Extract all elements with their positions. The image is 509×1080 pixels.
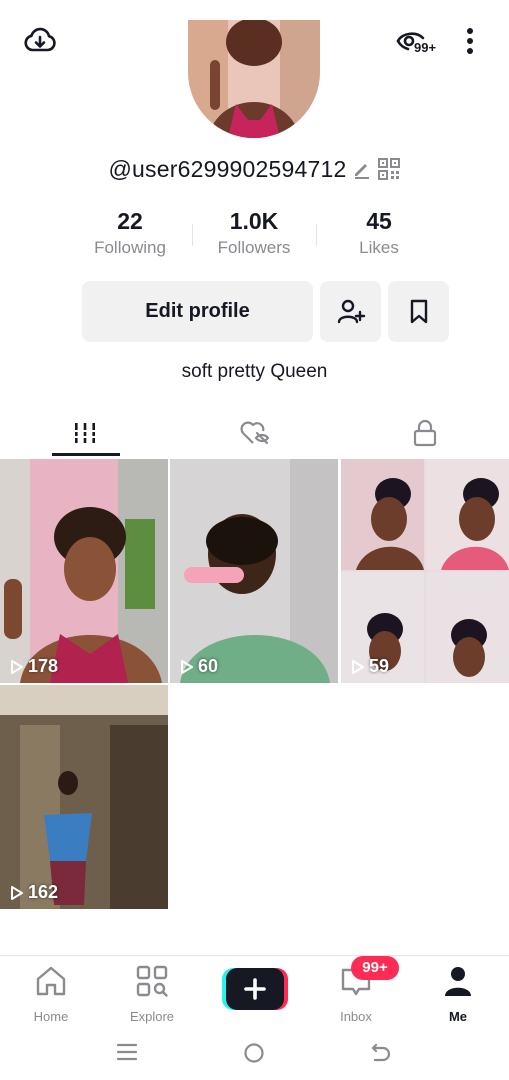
- views-count: 99+: [414, 40, 437, 55]
- following-count: 22: [117, 208, 143, 234]
- stat-following[interactable]: 22 Following: [70, 206, 190, 260]
- nav-home-label: Home: [33, 1009, 69, 1024]
- play-icon: [352, 659, 364, 674]
- more-options-icon[interactable]: [459, 26, 481, 58]
- video-tile[interactable]: 59: [341, 459, 509, 683]
- username-handle: @user6299902594712: [108, 155, 347, 182]
- nav-me-label: Me: [448, 1009, 468, 1024]
- followers-label: Followers: [217, 238, 291, 257]
- view-count-value: 59: [369, 656, 390, 676]
- video-tile[interactable]: 178: [0, 459, 168, 683]
- view-count: 60: [180, 656, 218, 677]
- qr-code-icon[interactable]: [378, 158, 401, 180]
- view-count: 162: [10, 882, 58, 903]
- video-thumbnail: [341, 459, 509, 683]
- add-friends-button[interactable]: [320, 281, 381, 342]
- play-icon: [11, 885, 23, 900]
- create-button[interactable]: [222, 968, 288, 1010]
- view-count-value: 162: [28, 882, 59, 902]
- content-tabs: [0, 408, 509, 458]
- avatar-photo: [188, 20, 320, 138]
- back-icon[interactable]: [370, 1042, 392, 1062]
- inbox-badge: 99+: [351, 956, 399, 980]
- tab-videos[interactable]: [0, 408, 169, 458]
- likes-label: Likes: [359, 238, 399, 257]
- tab-private[interactable]: [340, 408, 509, 458]
- explore-icon: [136, 965, 168, 997]
- add-user-icon: [337, 299, 365, 323]
- profile-bio: soft pretty Queen: [181, 361, 328, 382]
- stat-likes[interactable]: 45 Likes: [319, 206, 439, 260]
- view-count-value: 60: [198, 656, 219, 676]
- play-icon: [11, 659, 23, 674]
- plus-icon: [222, 968, 288, 1010]
- nav-explore[interactable]: Explore: [112, 964, 192, 1024]
- stat-divider: [316, 224, 317, 246]
- view-count: 59: [351, 656, 389, 677]
- profile-stats: 22 Following 1.0K Followers 45 Likes: [68, 206, 440, 266]
- video-tile[interactable]: 60: [170, 459, 338, 683]
- video-thumbnail: [0, 685, 168, 909]
- tab-liked[interactable]: [170, 408, 339, 458]
- video-thumbnail: [0, 459, 168, 683]
- home-icon: [36, 966, 66, 996]
- stat-divider: [192, 224, 193, 246]
- profile-icon: [445, 967, 471, 996]
- system-nav-bar: [0, 1026, 509, 1080]
- handle-row: @user6299902594712: [0, 152, 509, 186]
- recent-apps-icon[interactable]: [116, 1042, 138, 1062]
- favorites-button[interactable]: [388, 281, 449, 342]
- active-tab-indicator: [52, 453, 120, 456]
- nav-inbox-label: Inbox: [340, 1009, 372, 1024]
- avatar[interactable]: [188, 20, 320, 138]
- view-count: 178: [10, 656, 58, 677]
- grid-icon: [71, 423, 98, 443]
- edit-profile-button[interactable]: Edit profile: [82, 281, 313, 342]
- view-count-value: 178: [28, 656, 59, 676]
- home-circle-icon[interactable]: [243, 1042, 265, 1064]
- profile-views-button[interactable]: 99+: [396, 26, 448, 60]
- followers-count: 1.0K: [229, 208, 279, 234]
- following-label: Following: [94, 238, 166, 257]
- nav-me[interactable]: Me: [418, 964, 498, 1024]
- liked-hidden-icon: [240, 421, 269, 445]
- lock-icon: [413, 419, 436, 447]
- nav-home[interactable]: Home: [11, 964, 91, 1024]
- likes-count: 45: [366, 208, 392, 234]
- nav-explore-label: Explore: [129, 1009, 175, 1024]
- play-icon: [181, 659, 193, 674]
- stat-followers[interactable]: 1.0K Followers: [194, 206, 314, 260]
- edit-pencil-icon[interactable]: [352, 159, 372, 179]
- bookmark-icon: [410, 299, 427, 323]
- bottom-nav: Home Explore Inbox 99+ Me: [0, 955, 509, 1025]
- video-thumbnail: [170, 459, 338, 683]
- video-tile[interactable]: 162: [0, 685, 168, 909]
